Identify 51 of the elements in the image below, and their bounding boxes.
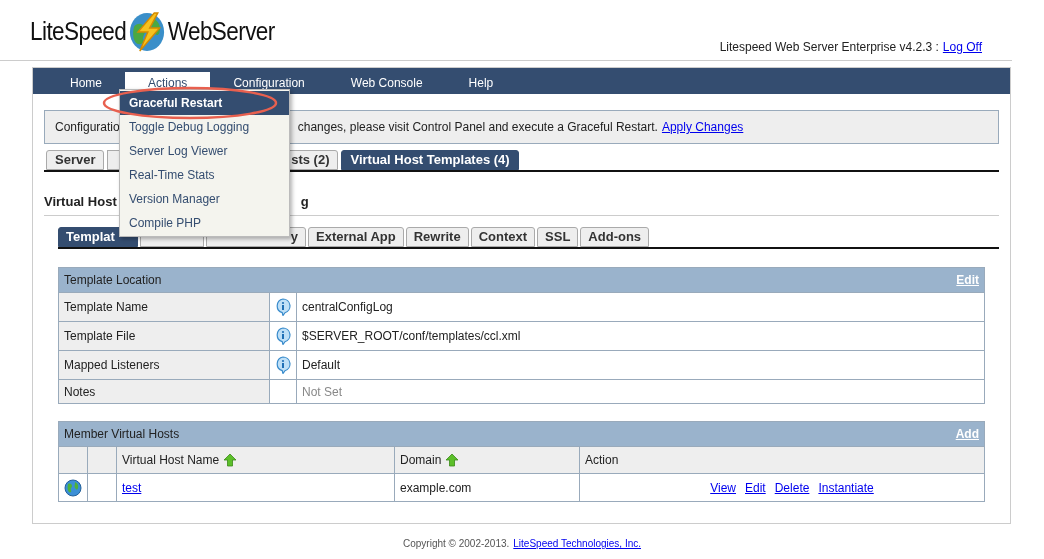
table-cell: Notes [59, 380, 270, 403]
table-cell-text: Default [301, 357, 342, 374]
menu-item[interactable]: Graceful Restart [120, 91, 289, 115]
tab[interactable]: Virtual Host Templates (4) [341, 150, 519, 170]
log-off-link[interactable]: Log Off [942, 38, 982, 56]
nav-item[interactable]: Web Console [327, 72, 446, 94]
notice-text: Configuratio [55, 119, 120, 136]
tab[interactable]: Context [470, 227, 536, 247]
menu-item[interactable]: Version Manager [120, 187, 289, 211]
apply-changes-link[interactable]: Apply Changes [661, 118, 744, 136]
table-title: Template Location [64, 272, 162, 289]
logo: LiteSpeed WebServer [30, 10, 275, 54]
action-link[interactable]: View [710, 478, 736, 497]
copyright-text: Copyright © 2002-2013. [403, 537, 510, 551]
tab[interactable]: Add-ons [580, 227, 650, 247]
info-icon[interactable] [275, 298, 291, 316]
column-header[interactable]: Virtual Host Name [117, 447, 395, 473]
menu-item[interactable]: Server Log Viewer [120, 139, 289, 163]
section-heading: Virtual Host [44, 192, 117, 211]
tab[interactable]: SSL [537, 227, 579, 247]
table-cell: Mapped Listeners [59, 351, 270, 379]
section-heading: g [300, 192, 309, 211]
table-cell-text: centralConfigLog [301, 299, 394, 316]
sort-arrow-icon[interactable] [223, 453, 238, 467]
column-header[interactable]: Action [580, 447, 984, 473]
table-title: Member Virtual Hosts [64, 426, 180, 443]
table-cell: example.com [395, 474, 580, 501]
sort-arrow-icon[interactable] [445, 453, 460, 467]
column-header[interactable]: Domain [395, 447, 580, 473]
nav-item[interactable]: Home [47, 72, 125, 94]
table-cell-text: Not Set [301, 383, 344, 401]
tab[interactable]: Rewrite [405, 227, 469, 247]
version-text: Litespeed Web Server Enterprise v4.2.3 : [719, 39, 939, 56]
host-link[interactable]: test [122, 478, 142, 497]
table-cell-text: $SERVER_ROOT/conf/templates/ccl.xml [301, 328, 522, 345]
company-link[interactable]: LiteSpeed Technologies, Inc. [513, 536, 641, 551]
menu-item[interactable]: Real-Time Stats [120, 163, 289, 187]
action-link[interactable]: Edit [745, 478, 766, 497]
globe-icon [64, 478, 82, 497]
menu-item[interactable]: Toggle Debug Logging [120, 115, 289, 139]
action-link[interactable]: Delete [774, 478, 810, 497]
tab[interactable]: External App [308, 227, 404, 247]
nav-item[interactable]: Help [445, 72, 517, 94]
info-icon[interactable] [275, 327, 291, 345]
lightning-globe-icon [127, 10, 167, 54]
action-link[interactable]: Instantiate [818, 478, 874, 497]
table-cell: Template Name [59, 293, 270, 321]
table-cell: Template File [59, 322, 270, 350]
info-icon[interactable] [275, 356, 291, 374]
notice-text: changes, please visit Control Panel and execute a Graceful Restart. [297, 119, 658, 136]
tab[interactable]: Server [46, 150, 105, 170]
